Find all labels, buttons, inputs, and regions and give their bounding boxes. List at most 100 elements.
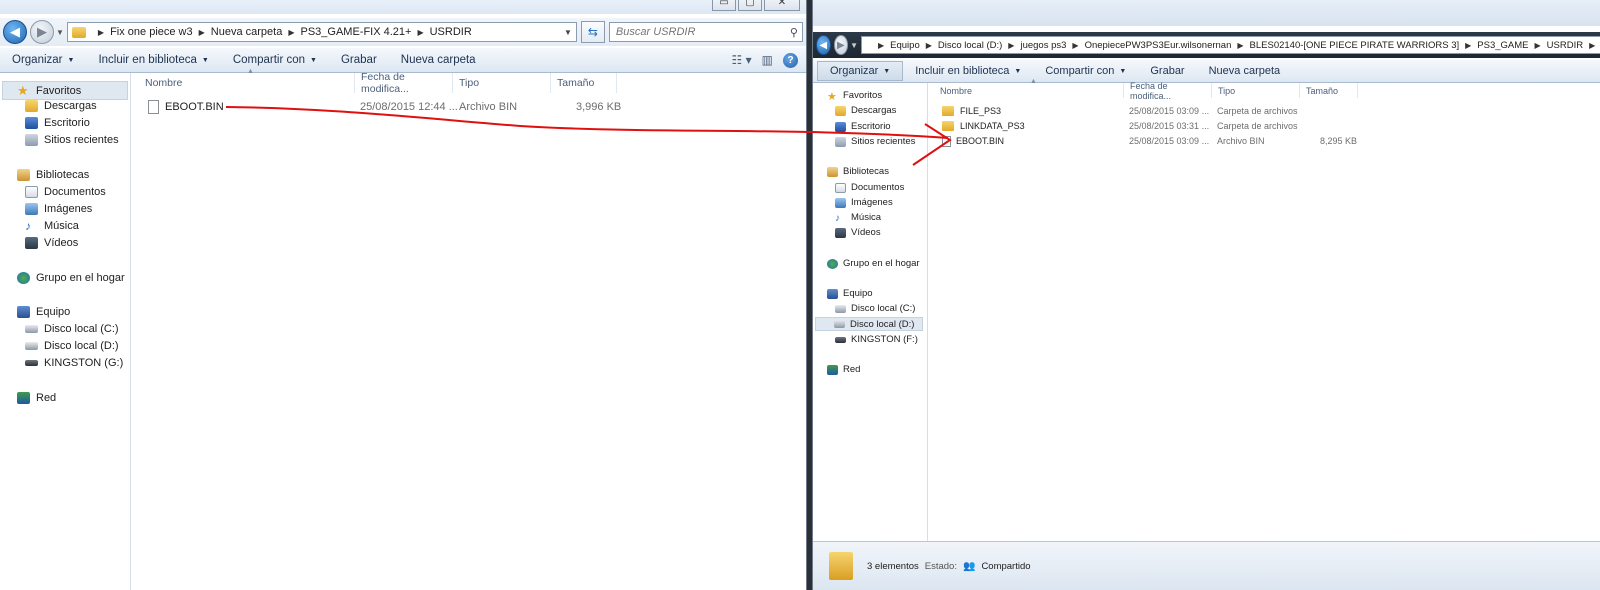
breadcrumb[interactable]: ▶ USRDIR xyxy=(411,26,471,38)
downloads-folder-icon xyxy=(835,105,846,116)
nav-item-usb[interactable]: KINGSTON (F:) xyxy=(835,334,918,345)
breadcrumb-item[interactable]: Fix one piece w3 xyxy=(110,26,193,38)
nav-item-homegroup[interactable]: Grupo en el hogar xyxy=(17,272,125,284)
forward-button[interactable]: ▶ xyxy=(30,20,54,44)
nav-item-computer[interactable]: Equipo xyxy=(827,288,873,299)
nav-item-videos[interactable]: Vídeos xyxy=(25,237,78,249)
nav-item-favorites[interactable]: ★ Favoritos xyxy=(827,90,882,103)
nav-item-favorites[interactable]: ★ Favoritos xyxy=(2,81,128,100)
breadcrumb[interactable]: ▶ USRDIR ▶ xyxy=(1529,40,1600,51)
chevron-down-icon[interactable]: ▼ xyxy=(564,28,572,37)
new-folder-button[interactable]: Nueva carpeta xyxy=(389,48,488,72)
minimize-button[interactable]: ▭ xyxy=(712,0,736,11)
table-row[interactable]: LINKDATA_PS3 25/08/2015 03:31 ... Carpet… xyxy=(942,119,1382,133)
close-button[interactable]: ✕ xyxy=(764,0,800,11)
breadcrumb[interactable]: ▶ OnepiecePW3PS3Eur.wilsonernan xyxy=(1066,40,1231,51)
nav-item-recent[interactable]: Sitios recientes xyxy=(835,136,915,147)
breadcrumb-item[interactable]: Disco local (D:) xyxy=(938,40,1002,51)
column-header-date[interactable]: Fecha de modifica... xyxy=(355,71,453,95)
table-row[interactable]: EBOOT.BIN 25/08/2015 03:09 ... Archivo B… xyxy=(942,134,1382,148)
search-icon[interactable]: ⚲ xyxy=(790,26,798,39)
table-row[interactable]: FILE_PS3 25/08/2015 03:09 ... Carpeta de… xyxy=(942,104,1382,118)
back-button[interactable]: ◀ xyxy=(816,35,831,55)
maximize-button[interactable]: ▢ xyxy=(738,0,762,11)
nav-item-downloads[interactable]: Descargas xyxy=(25,100,97,112)
include-library-button[interactable]: Incluir en biblioteca ▼ xyxy=(903,60,1033,82)
breadcrumb-item[interactable]: USRDIR xyxy=(1547,40,1583,51)
organize-button[interactable]: Organizar ▼ xyxy=(817,61,904,81)
column-header-name[interactable]: ▲ Nombre xyxy=(934,78,1124,98)
breadcrumb-item[interactable]: Equipo xyxy=(890,40,920,51)
nav-item-computer[interactable]: Equipo xyxy=(17,306,70,318)
preview-pane-icon[interactable]: ▥ xyxy=(762,53,773,67)
breadcrumb[interactable]: ▶ PS3_GAME-FIX 4.21+ xyxy=(282,26,411,38)
back-button[interactable]: ◀ xyxy=(3,20,27,44)
nav-item-desktop[interactable]: Escritorio xyxy=(25,117,90,129)
share-with-button[interactable]: Compartir con ▼ xyxy=(1033,60,1138,82)
breadcrumb-item[interactable]: PS3_GAME-FIX 4.21+ xyxy=(300,26,411,38)
file-name-cell[interactable]: LINKDATA_PS3 xyxy=(942,121,1025,131)
column-header-date[interactable]: Fecha de modifica... xyxy=(1124,81,1212,101)
burn-button[interactable]: Grabar xyxy=(329,48,389,72)
breadcrumb[interactable]: ▶ Nueva carpeta xyxy=(193,26,283,38)
nav-item-videos[interactable]: Vídeos xyxy=(835,227,881,238)
breadcrumb-item[interactable]: OnepiecePW3PS3Eur.wilsonernan xyxy=(1085,40,1232,51)
nav-item-network[interactable]: Red xyxy=(17,392,56,404)
column-header-name[interactable]: ▲ Nombre xyxy=(139,68,355,93)
nav-item-documents[interactable]: Documentos xyxy=(835,182,904,193)
file-name-cell[interactable]: EBOOT.BIN xyxy=(148,100,224,114)
forward-button[interactable]: ▶ xyxy=(833,35,849,55)
breadcrumb[interactable]: ▶ juegos ps3 xyxy=(1002,40,1066,51)
address-bar[interactable]: ▶ Equipo ▶ Disco local (D:) ▶ juegos ps3 ▶ O… xyxy=(860,36,1600,54)
breadcrumb-item[interactable]: USRDIR xyxy=(430,26,472,38)
new-folder-button[interactable]: Nueva carpeta xyxy=(1197,60,1293,82)
nav-item-usb[interactable]: KINGSTON (G:) xyxy=(25,357,123,369)
nav-item-music[interactable]: ♪ Música xyxy=(25,220,79,232)
breadcrumb[interactable]: ▶ PS3_GAME xyxy=(1459,40,1528,51)
include-library-button[interactable]: Incluir en biblioteca ▼ xyxy=(86,48,220,72)
view-options-icon[interactable]: ☷ ▾ xyxy=(732,53,752,67)
breadcrumb-item[interactable]: Nueva carpeta xyxy=(211,26,283,38)
nav-item-recent[interactable]: Sitios recientes xyxy=(25,134,119,146)
nav-item-network[interactable]: Red xyxy=(827,364,860,375)
breadcrumb[interactable]: ▶ BLES02140-[ONE PIECE PIRATE WARRIORS 3] xyxy=(1231,40,1459,51)
nav-item-disk-c[interactable]: Disco local (C:) xyxy=(25,323,119,335)
burn-button[interactable]: Grabar xyxy=(1138,60,1196,82)
breadcrumb-item[interactable]: PS3_GAME xyxy=(1477,40,1528,51)
refresh-button[interactable]: ⇆ xyxy=(580,21,605,43)
organize-button[interactable]: Organizar ▼ xyxy=(0,48,86,72)
column-header-size[interactable]: Tamaño xyxy=(1300,83,1358,98)
nav-item-libraries[interactable]: Bibliotecas xyxy=(17,169,89,181)
recent-pages-dropdown[interactable]: ▼ xyxy=(850,41,858,50)
nav-item-disk-d[interactable]: Disco local (D:) xyxy=(25,340,119,352)
nav-item-homegroup[interactable]: Grupo en el hogar xyxy=(827,258,920,269)
breadcrumb[interactable]: ▶ Disco local (D:) xyxy=(920,40,1003,51)
nav-item-disk-c[interactable]: Disco local (C:) xyxy=(835,303,915,314)
column-header-type[interactable]: Tipo xyxy=(1212,83,1300,98)
title-bar[interactable]: ▭ ▢ ✕ xyxy=(0,0,806,14)
file-name-cell[interactable]: FILE_PS3 xyxy=(942,106,1001,116)
breadcrumb-item[interactable]: juegos ps3 xyxy=(1020,40,1066,51)
nav-item-downloads[interactable]: Descargas xyxy=(835,105,896,116)
title-bar[interactable] xyxy=(813,0,1600,26)
nav-item-libraries[interactable]: Bibliotecas xyxy=(827,166,889,177)
breadcrumb[interactable]: ▶ Equipo xyxy=(872,40,920,51)
nav-item-desktop[interactable]: Escritorio xyxy=(835,121,891,132)
nav-item-disk-d[interactable]: Disco local (D:) xyxy=(815,317,923,331)
nav-item-images[interactable]: Imágenes xyxy=(835,197,893,208)
column-header-size[interactable]: Tamaño xyxy=(551,73,617,93)
search-input[interactable] xyxy=(613,25,788,39)
breadcrumb[interactable]: ▶ Fix one piece w3 xyxy=(92,26,193,38)
search-box[interactable]: ⚲ xyxy=(608,22,803,42)
file-name-cell[interactable]: EBOOT.BIN xyxy=(942,135,1004,147)
table-row[interactable]: EBOOT.BIN 25/08/2015 12:44 ... Archivo B… xyxy=(148,98,628,116)
recent-pages-dropdown[interactable]: ▼ xyxy=(56,28,64,37)
nav-item-music[interactable]: ♪ Música xyxy=(835,212,881,224)
column-header-type[interactable]: Tipo xyxy=(453,73,551,93)
help-icon[interactable]: ? xyxy=(783,52,798,68)
nav-item-images[interactable]: Imágenes xyxy=(25,203,92,215)
share-with-button[interactable]: Compartir con ▼ xyxy=(221,48,329,72)
nav-item-documents[interactable]: Documentos xyxy=(25,186,106,198)
address-bar[interactable]: ▶ Fix one piece w3 ▶ Nueva carpeta ▶ PS3_GA… xyxy=(66,22,577,42)
breadcrumb-item[interactable]: BLES02140-[ONE PIECE PIRATE WARRIORS 3] xyxy=(1250,40,1460,51)
